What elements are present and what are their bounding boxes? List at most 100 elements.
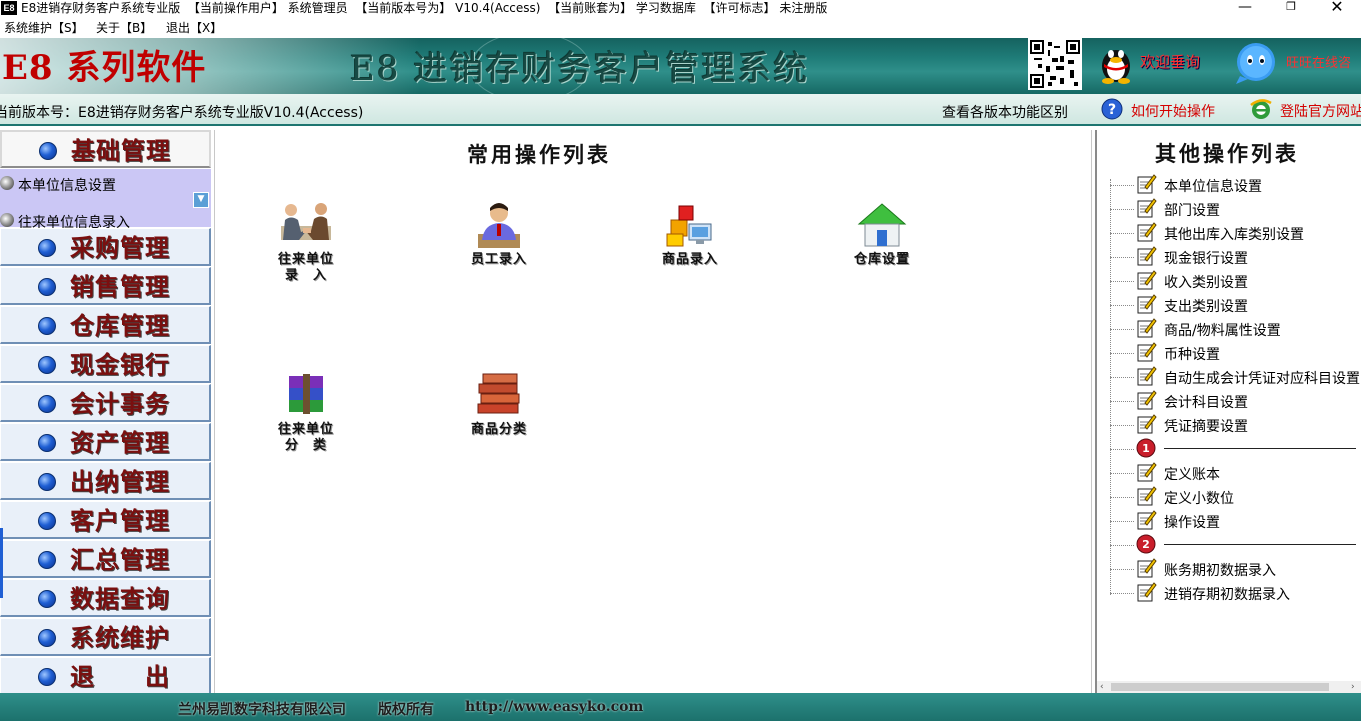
nav-asset-management[interactable]: 资产管理 xyxy=(0,423,211,461)
op-partner-entry[interactable]: 往来单位 录 入 xyxy=(251,200,361,290)
nav-label: 退 出 xyxy=(70,662,170,691)
nav-customer-management[interactable]: 客户管理 xyxy=(0,501,211,539)
tree-item-label: 会计科目设置 xyxy=(1164,395,1248,411)
official-site-link[interactable]: 登陆官方网站 xyxy=(1280,101,1361,121)
footer-rights: 版权所有 xyxy=(378,702,434,718)
goods-icon xyxy=(666,205,712,247)
tree-item[interactable]: 部门设置 xyxy=(1097,197,1361,221)
tree-item[interactable]: 其他出库入库类别设置 xyxy=(1097,221,1361,245)
nav-basic-management[interactable]: 基础管理 xyxy=(0,130,211,168)
tree-item-label: 币种设置 xyxy=(1164,347,1220,363)
horizontal-scrollbar[interactable]: ‹ › xyxy=(1097,681,1361,693)
nav-accounting[interactable]: 会计事务 xyxy=(0,384,211,422)
footer-url[interactable]: http://www.easyko.com xyxy=(465,699,643,715)
tree-connector xyxy=(1110,545,1134,546)
qq-penguin-icon[interactable] xyxy=(1096,40,1136,84)
edit-note-icon xyxy=(1137,174,1157,194)
number-badge-icon: 1 xyxy=(1136,438,1156,458)
nav-cash-bank[interactable]: 现金银行 xyxy=(0,345,211,383)
tree-item-label: 现金银行设置 xyxy=(1164,251,1248,267)
scroll-thumb[interactable] xyxy=(1111,683,1329,691)
edit-note-icon xyxy=(1137,582,1157,602)
footer-company: 兰州易凯数字科技有限公司 xyxy=(178,702,346,718)
nav-label: 数据查询 xyxy=(70,584,170,613)
nav-summary-management[interactable]: 汇总管理 xyxy=(0,540,211,578)
tree-item[interactable]: 进销存期初数据录入 xyxy=(1097,581,1361,605)
tree-item-label: 定义账本 xyxy=(1164,467,1220,483)
edit-note-icon xyxy=(1137,294,1157,314)
edit-note-icon xyxy=(1137,318,1157,338)
scroll-left-button[interactable]: ‹ xyxy=(1100,681,1104,693)
menu-exit[interactable]: 退出【X】 xyxy=(166,20,222,36)
tree-item-label: 收入类别设置 xyxy=(1164,275,1248,291)
submenu-item-company-info[interactable]: 本单位信息设置 xyxy=(0,172,190,196)
nav-label: 销售管理 xyxy=(70,272,170,301)
edit-note-icon xyxy=(1137,486,1157,506)
version-text: 当前版本号：E8进销存财务客户系统专业版V10.4(Access) xyxy=(0,105,364,121)
scroll-right-button[interactable]: › xyxy=(1351,681,1355,693)
center-panel-title: 常用操作列表 xyxy=(467,142,611,167)
op-employee-entry[interactable]: 员工录入 xyxy=(444,200,554,290)
tree-connector xyxy=(1110,377,1134,378)
wangwang-icon[interactable] xyxy=(1234,40,1278,84)
scroll-down-button[interactable]: ▼ xyxy=(193,192,209,208)
tree-item[interactable]: 币种设置 xyxy=(1097,341,1361,365)
tree-item[interactable]: 现金银行设置 xyxy=(1097,245,1361,269)
splitter-handle[interactable] xyxy=(0,528,3,598)
nav-exit[interactable]: 退 出 xyxy=(0,657,211,693)
qq-consult-link[interactable]: 欢迎垂询 xyxy=(1140,51,1200,72)
header-banner: E8 系列软件 E8 进销存财务客户管理系统 欢迎垂询 旺旺在线咨 xyxy=(0,38,1361,94)
nav-purchase-management[interactable]: 采购管理 xyxy=(0,228,211,266)
tree-item[interactable]: 本单位信息设置 xyxy=(1097,173,1361,197)
version-bar: 当前版本号：E8进销存财务客户系统专业版V10.4(Access) 查看各版本功… xyxy=(0,94,1361,126)
tree-item[interactable]: 定义账本 xyxy=(1097,461,1361,485)
maximize-button[interactable]: ❐ xyxy=(1268,0,1314,18)
tree-item[interactable]: 商品/物料属性设置 xyxy=(1097,317,1361,341)
bullet-icon xyxy=(38,434,56,452)
op-partner-category[interactable]: 往来单位 分 类 xyxy=(251,370,361,460)
tree-item-label: 账务期初数据录入 xyxy=(1164,563,1276,579)
bullet-icon xyxy=(38,473,56,491)
minimize-button[interactable]: — xyxy=(1222,0,1268,18)
tree-item[interactable]: 支出类别设置 xyxy=(1097,293,1361,317)
help-icon[interactable]: ? xyxy=(1101,98,1123,120)
how-to-start-link[interactable]: 如何开始操作 xyxy=(1131,101,1215,121)
bullet-icon xyxy=(38,278,56,296)
nav-data-query[interactable]: 数据查询 xyxy=(0,579,211,617)
svg-text:?: ? xyxy=(1108,102,1116,118)
number-badge-icon: 2 xyxy=(1136,534,1156,554)
close-button[interactable]: ✕ xyxy=(1314,0,1360,18)
tree-connector xyxy=(1110,401,1134,402)
nav-cashier-management[interactable]: 出纳管理 xyxy=(0,462,211,500)
tree-connector xyxy=(1110,593,1134,594)
tree-item[interactable]: 自动生成会计凭证对应科目设置 xyxy=(1097,365,1361,389)
tree-item[interactable]: 定义小数位 xyxy=(1097,485,1361,509)
tree-item-label: 进销存期初数据录入 xyxy=(1164,587,1290,603)
tree-separator[interactable]: 1 xyxy=(1097,437,1361,461)
tree-item[interactable]: 凭证摘要设置 xyxy=(1097,413,1361,437)
browser-icon[interactable] xyxy=(1249,97,1273,121)
nav-label: 出纳管理 xyxy=(70,467,170,496)
menu-about[interactable]: 关于【B】 xyxy=(96,20,152,36)
tree-item[interactable]: 操作设置 xyxy=(1097,509,1361,533)
nav-label: 仓库管理 xyxy=(70,311,170,340)
tree-item[interactable]: 会计科目设置 xyxy=(1097,389,1361,413)
nav-warehouse-management[interactable]: 仓库管理 xyxy=(0,306,211,344)
menu-system-maintenance[interactable]: 系统维护【S】 xyxy=(4,20,84,36)
tree-item-label: 本单位信息设置 xyxy=(1164,179,1262,195)
tree-item[interactable]: 收入类别设置 xyxy=(1097,269,1361,293)
op-warehouse-settings[interactable]: 仓库设置 xyxy=(827,200,937,290)
bullet-icon xyxy=(38,668,56,686)
tree-item[interactable]: 账务期初数据录入 xyxy=(1097,557,1361,581)
compare-versions-link[interactable]: 查看各版本功能区别 xyxy=(942,102,1068,122)
nav-sales-management[interactable]: 销售管理 xyxy=(0,267,211,305)
wangwang-consult-link[interactable]: 旺旺在线咨 xyxy=(1286,52,1351,71)
tree-connector xyxy=(1110,185,1134,186)
nav-system-maintenance[interactable]: 系统维护 xyxy=(0,618,211,656)
nav-label: 系统维护 xyxy=(70,623,170,652)
bullet-icon xyxy=(38,356,56,374)
op-goods-category[interactable]: 商品分类 xyxy=(444,370,554,460)
bullet-icon xyxy=(38,629,56,647)
tree-separator[interactable]: 2 xyxy=(1097,533,1361,557)
op-goods-entry[interactable]: 商品录入 xyxy=(635,200,745,290)
